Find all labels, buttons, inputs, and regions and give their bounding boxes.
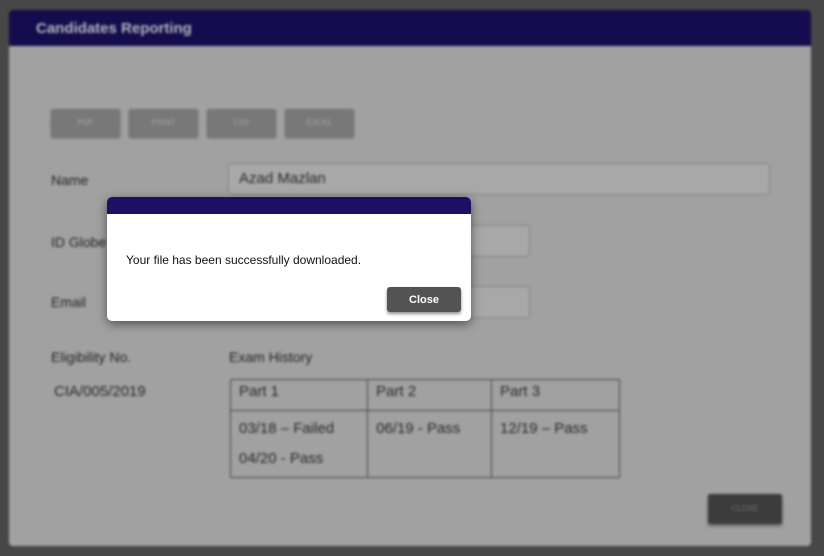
dialog-close-button[interactable]: Close xyxy=(387,287,461,312)
dialog-message: Your file has been successfully download… xyxy=(126,253,362,267)
download-success-dialog: Your file has been successfully download… xyxy=(107,197,471,321)
dialog-header xyxy=(107,197,471,214)
